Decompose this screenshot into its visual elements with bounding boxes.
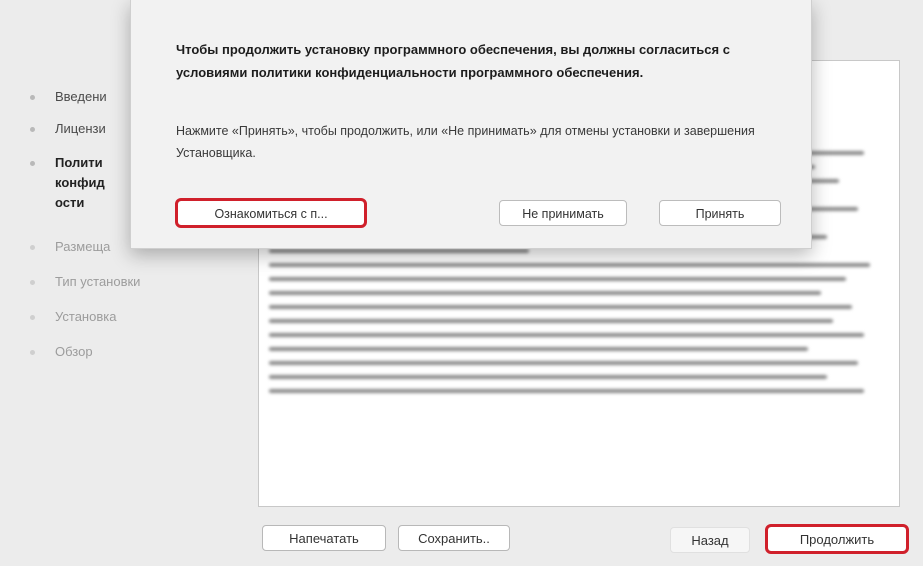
step-bullet-icon	[30, 245, 35, 250]
sheet-message: Нажмите «Принять», чтобы продолжить, или…	[176, 124, 755, 160]
save-button[interactable]: Сохранить..	[398, 525, 510, 551]
step-label: Тип установки	[55, 274, 141, 289]
print-button[interactable]: Напечатать	[262, 525, 386, 551]
back-button[interactable]: Назад	[670, 527, 750, 553]
step-bullet-icon	[30, 95, 35, 100]
step-bullet-icon	[30, 161, 35, 166]
installer-window: Введени Лицензи Полити конфид ости Разме…	[0, 0, 923, 566]
step-label: Обзор	[55, 344, 93, 359]
continue-button[interactable]: Продолжить	[765, 524, 909, 554]
step-bullet-icon	[30, 280, 35, 285]
decline-button[interactable]: Не принимать	[499, 200, 627, 226]
step-bullet-icon	[30, 315, 35, 320]
step-label: Размеща	[55, 239, 111, 254]
step-label: Введени	[55, 89, 107, 104]
step-label: конфид	[55, 175, 105, 190]
step-bullet-icon	[30, 127, 35, 132]
step-label: Полити	[55, 155, 103, 170]
accept-button[interactable]: Принять	[659, 200, 781, 226]
privacy-agreement-sheet: Чтобы продолжить установку программного …	[130, 0, 812, 249]
step-label: Лицензи	[55, 121, 106, 136]
read-policy-button[interactable]: Ознакомиться с п...	[175, 198, 367, 228]
step-bullet-icon	[30, 350, 35, 355]
sheet-title: Чтобы продолжить установку программного …	[176, 42, 730, 80]
step-label: ости	[55, 195, 85, 210]
step-label: Установка	[55, 309, 117, 324]
